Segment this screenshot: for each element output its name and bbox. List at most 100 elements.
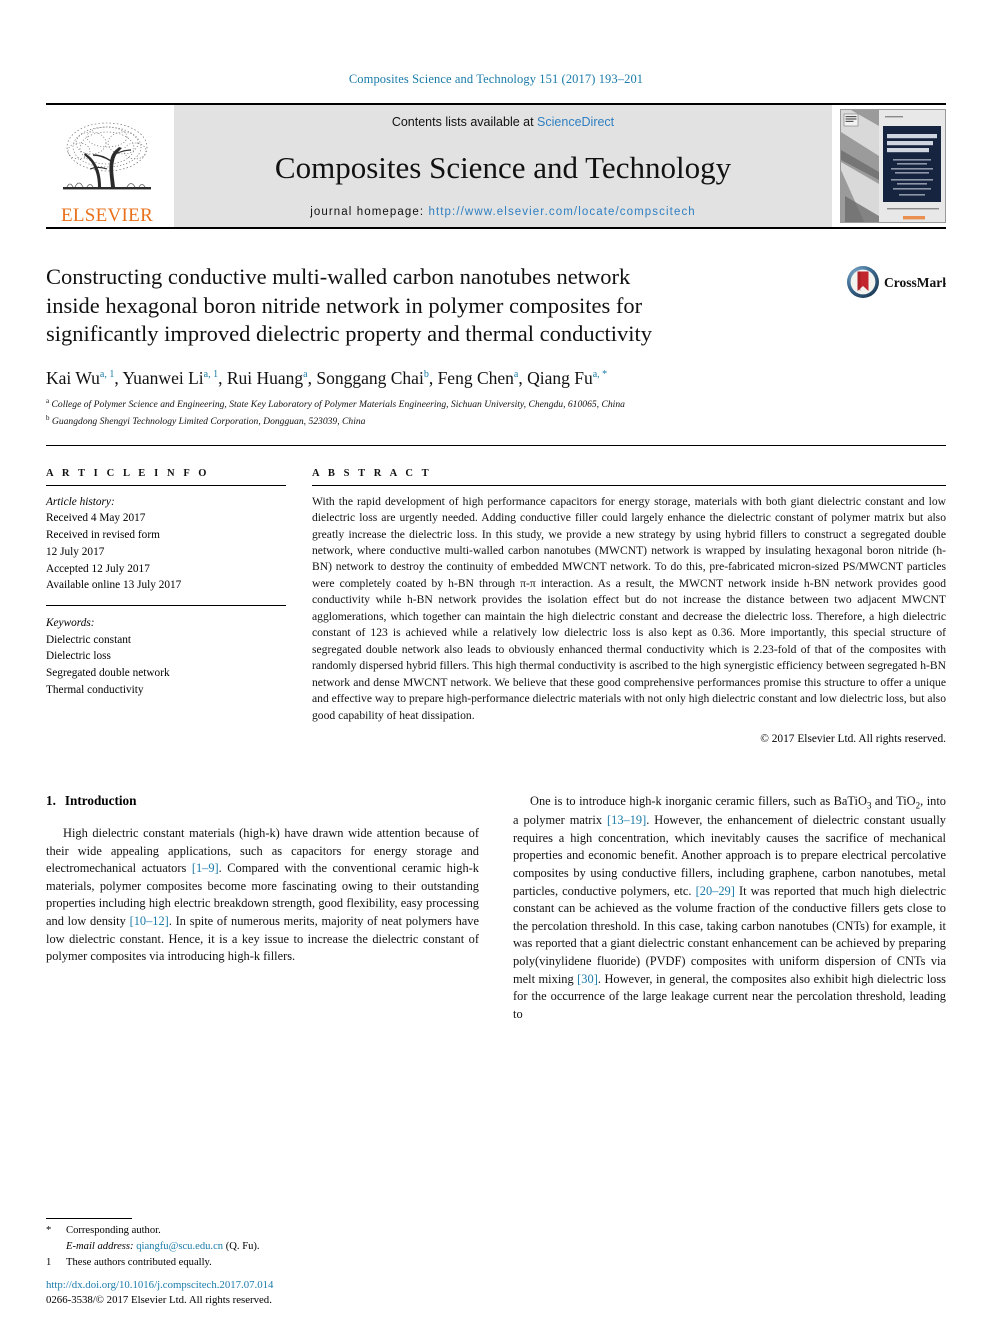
crossmark-circle-icon <box>847 266 879 298</box>
footnote-equal-text: These authors contributed equally. <box>66 1257 212 1269</box>
intro-paragraph-left: High dielectric constant materials (high… <box>46 825 479 966</box>
right-text-5: It was reported that much high dielectri… <box>513 883 947 986</box>
article-info-heading: A R T I C L E I N F O <box>46 467 210 479</box>
footnote-divider <box>46 1218 132 1220</box>
footnote-block: * Corresponding author. E-mail address: q… <box>46 1218 502 1271</box>
author-list: Kai Wua, 1, Yuanwei Lia, 1, Rui Huang a, … <box>46 367 946 390</box>
elsevier-tree-icon <box>55 117 159 205</box>
citation-10-12[interactable]: [10–12] <box>130 914 169 928</box>
affiliation-list: a College of Polymer Science and Enginee… <box>46 396 946 428</box>
email-suffix: (Q. Fu). <box>225 1241 260 1253</box>
crossmark-badge[interactable]: CrossMark <box>842 263 946 299</box>
homepage-url-link[interactable]: http://www.elsevier.com/locate/compscite… <box>428 206 695 218</box>
author-name: Songgang Chai <box>316 367 424 388</box>
footer-doi-block: http://dx.doi.org/10.1016/j.compscitech.… <box>46 1278 273 1309</box>
paper-title-block: Constructing conductive multi-walled car… <box>46 263 842 349</box>
keyword-1: Dielectric constant <box>46 633 132 646</box>
affiliation-mark: b <box>46 413 50 422</box>
citation-13-19[interactable]: [13–19] <box>607 813 646 827</box>
affiliation-a: a College of Polymer Science and Enginee… <box>46 396 946 412</box>
journal-banner: Contents lists available at ScienceDirec… <box>174 105 832 227</box>
email-address-link[interactable]: qiangfu@scu.edu.cn <box>136 1241 223 1252</box>
article-page: Composites Science and Technology 151 (2… <box>0 0 992 1323</box>
citation-1-9[interactable]: [1–9] <box>192 861 219 875</box>
article-history-label: Article history: <box>46 495 115 508</box>
email-label: E-mail address: <box>66 1241 134 1253</box>
affiliation-text: College of Polymer Science and Engineeri… <box>51 399 625 411</box>
intro-paragraph-right: One is to introduce high-k inorganic cer… <box>513 793 946 1023</box>
author-affil-mark: a, 1 <box>203 368 219 380</box>
footnote-corresponding-author: * Corresponding author. <box>46 1223 502 1239</box>
history-accepted: Accepted 12 July 2017 <box>46 562 150 575</box>
title-section-divider <box>46 444 946 446</box>
elsevier-wordmark: ELSEVIER <box>60 205 154 226</box>
author-name: Rui Huang <box>226 367 304 388</box>
footnote-email: E-mail address: qiangfu@scu.edu.cn (Q. F… <box>46 1239 502 1255</box>
abstract-heading: A B S T R A C T <box>312 467 432 479</box>
history-revised-date: 12 July 2017 <box>46 545 105 558</box>
footnote-asterisk-mark: * <box>46 1225 52 1237</box>
author-6: Qiang Fua, * <box>527 368 607 388</box>
section-heading-introduction: 1. Introduction <box>46 793 479 809</box>
citation-30[interactable]: [30] <box>577 972 598 986</box>
article-info-rule <box>46 484 286 486</box>
affiliation-b: b Guangdong Shengyi Technology Limited C… <box>46 413 946 429</box>
elsevier-logo: ELSEVIER <box>46 105 168 227</box>
affiliation-mark: a <box>46 397 50 406</box>
running-head: Composites Science and Technology 151 (2… <box>348 72 644 86</box>
contents-prefix: Contents lists available at <box>391 115 538 129</box>
doi-link[interactable]: http://dx.doi.org/10.1016/j.compscitech.… <box>46 1278 273 1294</box>
abstract-copyright: © 2017 Elsevier Ltd. All rights reserved… <box>760 732 946 745</box>
author-name: Kai Wu <box>46 367 100 388</box>
footnote-equal-contribution: 1 These authors contributed equally. <box>46 1255 502 1271</box>
author-name: Yuanwei Li <box>122 367 204 388</box>
author-affil-mark: a, * <box>592 368 608 380</box>
journal-title: Composites Science and Technology <box>274 150 732 185</box>
journal-masthead: ELSEVIER Contents lists available at Sci… <box>46 103 946 229</box>
title-area: Constructing conductive multi-walled car… <box>46 263 946 349</box>
title-line-1: Constructing conductive multi-walled car… <box>46 264 631 289</box>
footnote-corresponding-text: Corresponding author. <box>66 1225 161 1237</box>
keyword-4: Thermal conductivity <box>46 683 144 696</box>
author-name: Feng Chen <box>437 367 514 388</box>
author-5: Feng Chena, <box>437 367 528 388</box>
crossmark-label: CrossMark <box>884 275 946 290</box>
author-2: Yuanwei Lia, 1, <box>122 367 227 388</box>
issn-copyright-line: 0266-3538/© 2017 Elsevier Ltd. All right… <box>46 1294 272 1307</box>
section-number: 1. <box>46 792 56 808</box>
footnote-one-mark: 1 <box>46 1257 52 1269</box>
right-text-1: One is to introduce high-k inorganic cer… <box>530 793 867 808</box>
body-columns: 1. Introduction High dielectric constant … <box>46 793 946 1033</box>
section-title: Introduction <box>64 792 137 808</box>
sciencedirect-link[interactable]: ScienceDirect <box>537 115 614 129</box>
history-received: Received 4 May 2017 <box>46 512 146 525</box>
history-revised: Received in revised form <box>46 529 160 542</box>
keywords-label: Keywords: <box>46 616 95 629</box>
author-1: Kai Wua, 1, <box>46 367 123 388</box>
abstract-rule <box>312 484 946 486</box>
abstract-column: A B S T R A C T With the rapid developme… <box>312 468 946 745</box>
abstract-text: With the rapid development of high perfo… <box>312 494 946 722</box>
author-4: Songgang Chaib, <box>316 367 438 388</box>
contents-line: Contents lists available at ScienceDirec… <box>392 115 614 129</box>
title-line-2: inside hexagonal boron nitride network i… <box>46 292 643 318</box>
journal-cover-thumbnail <box>840 109 946 223</box>
journal-homepage-line: journal homepage: http://www.elsevier.co… <box>310 206 696 218</box>
history-available-online: Available online 13 July 2017 <box>46 579 182 592</box>
article-info-rule-bottom <box>46 604 286 606</box>
homepage-label: journal homepage: <box>310 206 429 218</box>
body-column-left: 1. Introduction High dielectric constant … <box>46 793 479 1033</box>
keyword-3: Segregated double network <box>46 667 170 680</box>
right-text-2: and TiO <box>871 793 916 808</box>
author-affil-mark: a, 1 <box>99 368 115 380</box>
title-line-3: significantly improved dielectric proper… <box>46 321 653 347</box>
page-title: Constructing conductive multi-walled car… <box>46 263 828 349</box>
affiliation-text: Guangdong Shengyi Technology Limited Cor… <box>51 415 366 427</box>
citation-20-29[interactable]: [20–29] <box>696 884 735 898</box>
body-column-right: One is to introduce high-k inorganic cer… <box>513 793 946 1033</box>
keyword-2: Dielectric loss <box>46 650 111 663</box>
author-name: Qiang Fu <box>527 367 593 388</box>
info-and-abstract: A R T I C L E I N F O Article history: R… <box>46 468 946 745</box>
author-3: Rui Huanga, <box>226 367 317 388</box>
article-info-column: A R T I C L E I N F O Article history: R… <box>46 468 312 745</box>
